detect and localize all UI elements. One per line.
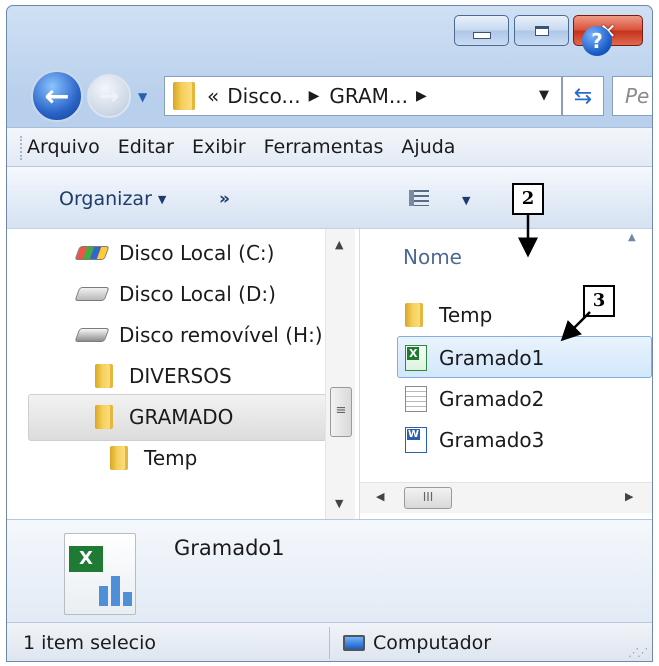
sort-indicator-icon: ▲ [628, 232, 636, 243]
computer-icon [343, 635, 365, 651]
callout-2: 2 [512, 183, 544, 215]
excel-file-icon [405, 345, 427, 371]
removable-drive-icon [74, 328, 110, 342]
chart-bar-icon [99, 586, 108, 606]
chart-bar-icon [123, 592, 132, 606]
menu-ferramentas[interactable]: Ferramentas [264, 136, 384, 158]
word-file-icon [405, 427, 427, 453]
status-selection-text: 1 item selecio [23, 632, 156, 654]
menu-ajuda[interactable]: Ajuda [401, 136, 455, 158]
breadcrumb-separator-icon[interactable]: ▶ [416, 88, 427, 104]
refresh-icon: ⇆ [573, 83, 593, 109]
forward-arrow-icon: → [98, 82, 120, 110]
back-arrow-icon: ← [44, 78, 70, 114]
nav-item-disco-d[interactable]: Disco Local (D:) [74, 282, 276, 306]
excel-file-large-icon: X [64, 533, 136, 615]
file-name: Gramado1 [439, 346, 545, 370]
organize-button[interactable]: Organizar ▼ [59, 188, 166, 210]
maximize-button[interactable] [514, 15, 569, 46]
details-file-name: Gramado1 [174, 536, 285, 560]
nav-scrollbar[interactable]: ▲ ≡ ▼ [325, 229, 355, 519]
file-name: Gramado2 [439, 387, 545, 411]
status-bar: 1 item selecio Computador ⋰⋰ [7, 622, 652, 661]
file-name: Gramado3 [439, 428, 545, 452]
more-commands-button[interactable]: » [219, 189, 230, 209]
command-bar: Organizar ▼ » ▼ [7, 167, 652, 229]
folder-icon [405, 303, 423, 327]
file-list-pane: ▲ Nome Temp Gramado1 Gramado2 Gramado3 [360, 229, 652, 519]
resize-grip-icon[interactable]: ⋰⋰ [628, 646, 648, 659]
breadcrumb-disco[interactable]: Disco... [227, 84, 300, 108]
scroll-down-icon[interactable]: ▼ [335, 497, 343, 510]
menu-editar[interactable]: Editar [118, 136, 174, 158]
nav-item-disco-h[interactable]: Disco removível (H:) [74, 323, 323, 347]
details-pane: X Gramado1 [7, 519, 652, 623]
menu-bar: Arquivo Editar Exibir Ferramentas Ajuda [7, 127, 652, 167]
breadcrumb-gramado[interactable]: GRAM... [329, 84, 408, 108]
menu-grip [20, 136, 25, 160]
organize-label: Organizar [59, 188, 152, 210]
back-button[interactable]: ← [31, 70, 83, 122]
file-item-gramado1[interactable]: Gramado1 [405, 345, 544, 371]
view-options-icon[interactable] [409, 190, 429, 206]
minimize-icon [472, 32, 491, 39]
nav-item-diversos[interactable]: DIVERSOS [95, 364, 232, 388]
recent-pages-dropdown-icon[interactable]: ▼ [138, 90, 147, 104]
nav-item-label: Disco Local (D:) [119, 282, 276, 306]
status-divider [329, 627, 330, 659]
status-location: Computador [343, 632, 491, 654]
explorer-window: ✕ ← → ▼ « Disco... ▶ GRAM... ▶ ▼ ⇆ Pe Ar… [6, 5, 653, 662]
search-input[interactable]: Pe [612, 76, 652, 116]
file-item-gramado3[interactable]: Gramado3 [405, 427, 544, 453]
nav-item-disco-c[interactable]: Disco Local (C:) [74, 241, 275, 265]
nav-item-temp[interactable]: Temp [110, 446, 197, 470]
nav-scroll-thumb[interactable]: ≡ [330, 387, 352, 437]
nav-item-label: GRAMADO [129, 405, 234, 429]
menu-exibir[interactable]: Exibir [192, 136, 246, 158]
minimize-button[interactable] [454, 15, 509, 46]
status-location-text: Computador [373, 632, 492, 654]
file-item-gramado2[interactable]: Gramado2 [405, 386, 544, 412]
folder-icon [95, 405, 113, 429]
excel-badge: X [69, 546, 103, 572]
callout-3: 3 [583, 285, 615, 317]
breadcrumb-separator-icon[interactable]: ▶ [309, 88, 320, 104]
folder-icon [110, 446, 128, 470]
text-file-icon [405, 386, 427, 412]
nav-item-label: Disco Local (C:) [119, 241, 275, 265]
file-name: Temp [439, 303, 493, 327]
file-item-temp[interactable]: Temp [405, 303, 492, 327]
address-bar[interactable]: « Disco... ▶ GRAM... ▶ ▼ [164, 76, 562, 116]
folder-icon [95, 364, 113, 388]
scroll-left-icon[interactable]: ◀ [376, 490, 384, 503]
file-hscrollbar[interactable]: ◀ III ▶ [360, 482, 652, 513]
navigation-pane: Disco Local (C:) Disco Local (D:) Disco … [7, 229, 360, 519]
chart-bar-icon [111, 576, 120, 606]
nav-item-label: Temp [144, 446, 198, 470]
address-dropdown-icon[interactable]: ▼ [539, 88, 549, 103]
folder-icon [173, 82, 195, 110]
windows-drive-icon [74, 246, 110, 260]
nav-item-gramado[interactable]: GRAMADO [95, 405, 233, 429]
maximize-icon [534, 25, 549, 36]
help-icon[interactable]: ? [582, 26, 612, 56]
chevron-down-icon: ▼ [157, 193, 167, 206]
column-header-name[interactable]: Nome [403, 245, 462, 269]
scroll-up-icon[interactable]: ▲ [335, 238, 343, 251]
scroll-right-icon[interactable]: ▶ [625, 490, 633, 503]
hard-drive-icon [74, 287, 110, 301]
menu-arquivo[interactable]: Arquivo [27, 136, 100, 158]
address-overflow[interactable]: « [207, 84, 219, 108]
forward-button[interactable]: → [87, 74, 131, 118]
refresh-button[interactable]: ⇆ [562, 76, 604, 116]
file-scroll-thumb[interactable]: III [404, 487, 452, 509]
nav-item-label: Disco removível (H:) [119, 323, 323, 347]
nav-item-label: DIVERSOS [129, 364, 232, 388]
view-dropdown-icon[interactable]: ▼ [462, 194, 470, 207]
